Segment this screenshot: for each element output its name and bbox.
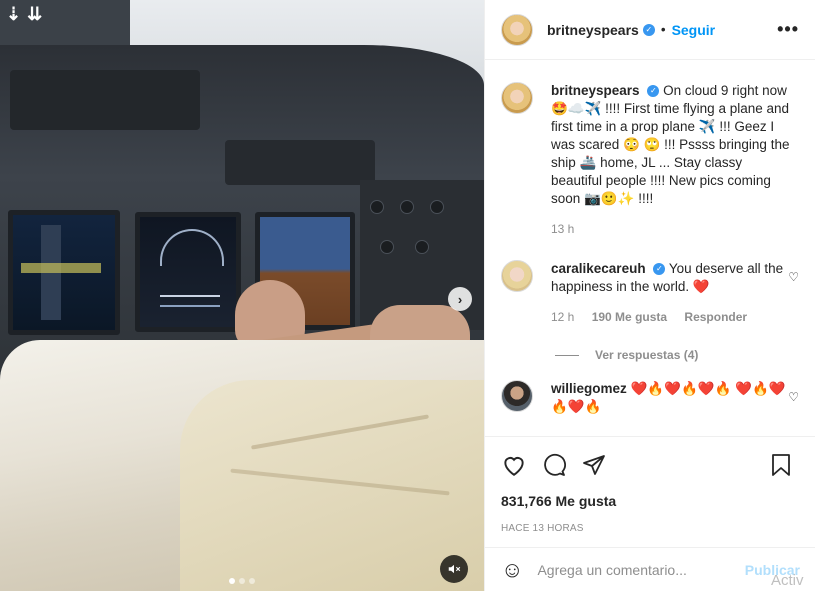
carousel-next-button[interactable]: › <box>448 287 472 311</box>
comment-time[interactable]: 12 h <box>551 310 574 324</box>
activation-watermark: Activ <box>771 572 804 589</box>
carousel-dot <box>239 578 245 584</box>
caption: britneyspears ✓ On cloud 9 right now 🤩☁️… <box>501 60 799 238</box>
comment-like-heart-icon[interactable]: ♡ <box>788 270 799 284</box>
view-replies-button[interactable]: Ver respuestas (4) <box>555 348 799 362</box>
comment-likes[interactable]: 190 Me gusta <box>592 310 667 324</box>
comment-item: caralikecareuh ✓ You deserve all the hap… <box>501 238 799 326</box>
more-options-icon[interactable]: ••• <box>777 19 799 40</box>
panel-knob <box>430 200 444 214</box>
comment-meta: 12 h 190 Me gusta Responder <box>551 308 796 326</box>
caption-username[interactable]: britneyspears <box>551 83 640 98</box>
panel-knob <box>415 240 429 254</box>
verified-badge-icon: ✓ <box>647 85 660 98</box>
avatar[interactable] <box>501 13 533 46</box>
post-actions: 831,766 Me gusta HACE 13 HORAS <box>485 436 815 534</box>
avatar[interactable] <box>501 380 533 412</box>
action-icons <box>501 451 800 479</box>
mute-button[interactable] <box>440 555 468 583</box>
comments-list[interactable]: britneyspears ✓ On cloud 9 right now 🤩☁️… <box>485 60 815 436</box>
comment-icon[interactable] <box>541 453 567 477</box>
primary-flight-display <box>135 212 241 332</box>
download-arrow-icon[interactable]: ⇣ <box>6 4 21 24</box>
bookmark-icon[interactable] <box>770 453 792 477</box>
media-top-icons: ⇣ ⇊ <box>6 4 48 25</box>
like-count[interactable]: 831,766 Me gusta <box>501 493 800 509</box>
caption-meta: 13 h <box>551 220 796 238</box>
avatar[interactable] <box>501 260 533 292</box>
header-username[interactable]: britneyspears <box>547 22 639 38</box>
comment-input[interactable] <box>537 561 745 578</box>
post-media[interactable]: ⇣ ⇊ › <box>0 0 484 591</box>
post-timestamp[interactable]: HACE 13 HORAS <box>501 523 800 534</box>
header-separator: • <box>660 22 666 37</box>
follow-button[interactable]: Seguir <box>672 22 716 38</box>
verified-badge-icon: ✓ <box>653 263 666 276</box>
post-sidebar: britneyspears ✓ • Seguir ••• britneyspea… <box>484 0 815 591</box>
chevron-right-icon: › <box>457 291 463 307</box>
comment-item: williegomez ❤️🔥❤️🔥❤️🔥 ❤️🔥❤️🔥❤️🔥 ♡ <box>501 362 799 416</box>
carousel-dot <box>229 578 235 584</box>
add-comment-bar: ☺ Publicar <box>485 547 815 591</box>
carousel-dot <box>249 578 255 584</box>
navigation-display <box>8 210 120 335</box>
view-replies-label: Ver respuestas (4) <box>595 348 699 362</box>
muted-speaker-icon <box>448 564 461 574</box>
caption-text: On cloud 9 right now 🤩☁️✈️ !!!! First ti… <box>551 83 790 206</box>
comment-username[interactable]: williegomez <box>551 381 627 396</box>
replies-divider <box>555 354 579 356</box>
share-icon[interactable] <box>581 453 607 477</box>
carousel-indicator <box>229 578 255 584</box>
comment-like-heart-icon[interactable]: ♡ <box>788 390 799 404</box>
caption-time[interactable]: 13 h <box>551 222 574 236</box>
heart-icon[interactable] <box>501 453 527 477</box>
avatar[interactable] <box>501 82 533 114</box>
center-panel <box>225 140 375 185</box>
panel-knob <box>400 200 414 214</box>
panel-knob <box>380 240 394 254</box>
cream-sleeve <box>180 380 484 591</box>
verified-badge-icon: ✓ <box>642 23 655 36</box>
post-header: britneyspears ✓ • Seguir ••• <box>485 0 815 60</box>
smile-icon[interactable]: ☺ <box>501 557 523 583</box>
double-download-arrow-icon[interactable]: ⇊ <box>27 4 42 24</box>
comment-username[interactable]: caralikecareuh <box>551 261 646 276</box>
overhead-panel <box>10 70 200 130</box>
reply-button[interactable]: Responder <box>684 310 747 324</box>
panel-knob <box>370 200 384 214</box>
